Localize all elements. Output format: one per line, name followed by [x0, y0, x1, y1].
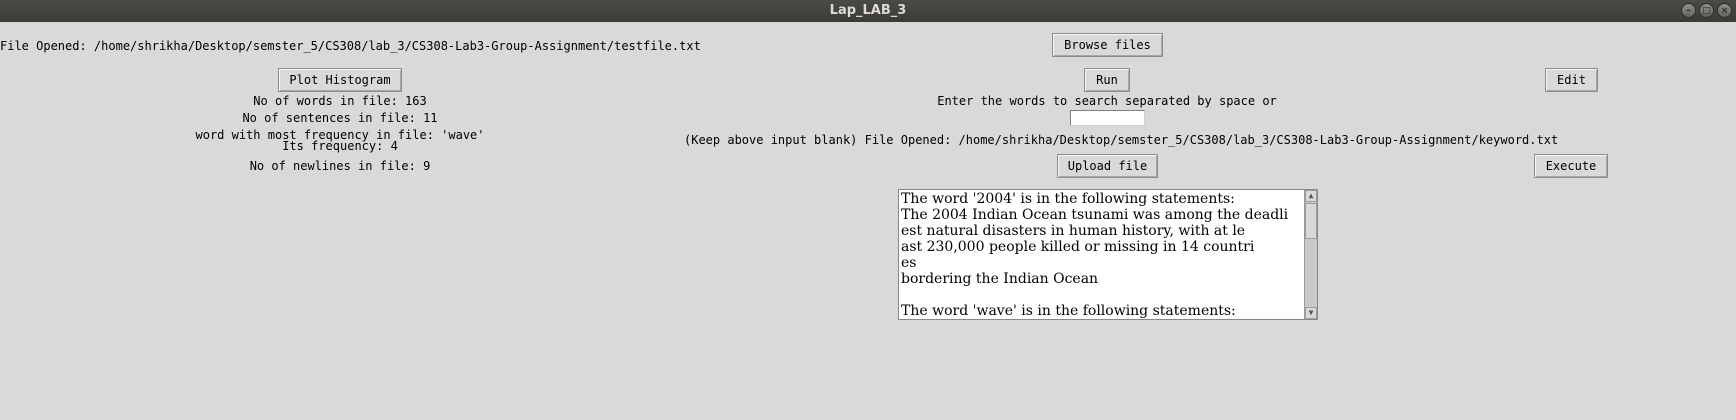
output-line: The word '2004' is in the following stat…: [901, 191, 1235, 207]
word-count-label: No of words in file: 163: [253, 94, 427, 108]
window-controls: – □ ×: [1681, 3, 1732, 18]
execute-button[interactable]: Execute: [1534, 154, 1608, 178]
search-instructions-label: Enter the words to search separated by s…: [937, 94, 1277, 108]
output-text-area[interactable]: The word '2004' is in the following stat…: [898, 189, 1318, 320]
word-frequency-label: Its frequency: 4: [282, 139, 398, 153]
newline-count-label: No of newlines in file: 9: [249, 159, 431, 173]
browse-files-button[interactable]: Browse files: [1052, 33, 1163, 57]
sentence-count-label: No of sentences in file: 11: [242, 111, 438, 125]
scroll-down-arrow-icon[interactable]: ▼: [1305, 307, 1317, 319]
plot-histogram-button[interactable]: Plot Histogram: [278, 68, 402, 92]
vertical-scrollbar[interactable]: ▲ ▼: [1304, 190, 1317, 319]
output-line: es: [901, 255, 917, 271]
window-title: Lap_LAB_3: [829, 3, 907, 18]
edit-button[interactable]: Edit: [1545, 68, 1598, 92]
close-icon[interactable]: ×: [1717, 3, 1732, 18]
keyword-file-label: (Keep above input blank) File Opened: /h…: [684, 133, 1559, 147]
run-button[interactable]: Run: [1084, 68, 1130, 92]
scrollbar-thumb[interactable]: [1305, 203, 1317, 239]
upload-file-button[interactable]: Upload file: [1057, 154, 1158, 178]
output-line: The 2004 Indian Ocean tsunami was among …: [901, 207, 1289, 223]
file-opened-label: File Opened: /home/shrikha/Desktop/semst…: [0, 39, 701, 53]
output-line: The word 'wave' is in the following stat…: [901, 303, 1236, 319]
scroll-up-arrow-icon[interactable]: ▲: [1305, 190, 1317, 202]
output-line: est natural disasters in human history, …: [901, 223, 1246, 239]
title-bar: Lap_LAB_3 – □ ×: [0, 0, 1736, 22]
search-input[interactable]: [1070, 110, 1145, 126]
output-line: ast 230,000 people killed or missing in …: [901, 239, 1255, 255]
minimize-icon[interactable]: –: [1681, 3, 1696, 18]
output-line: bordering the Indian Ocean: [901, 271, 1099, 287]
output-text: The word '2004' is in the following stat…: [901, 191, 1304, 319]
maximize-icon[interactable]: □: [1699, 3, 1714, 18]
